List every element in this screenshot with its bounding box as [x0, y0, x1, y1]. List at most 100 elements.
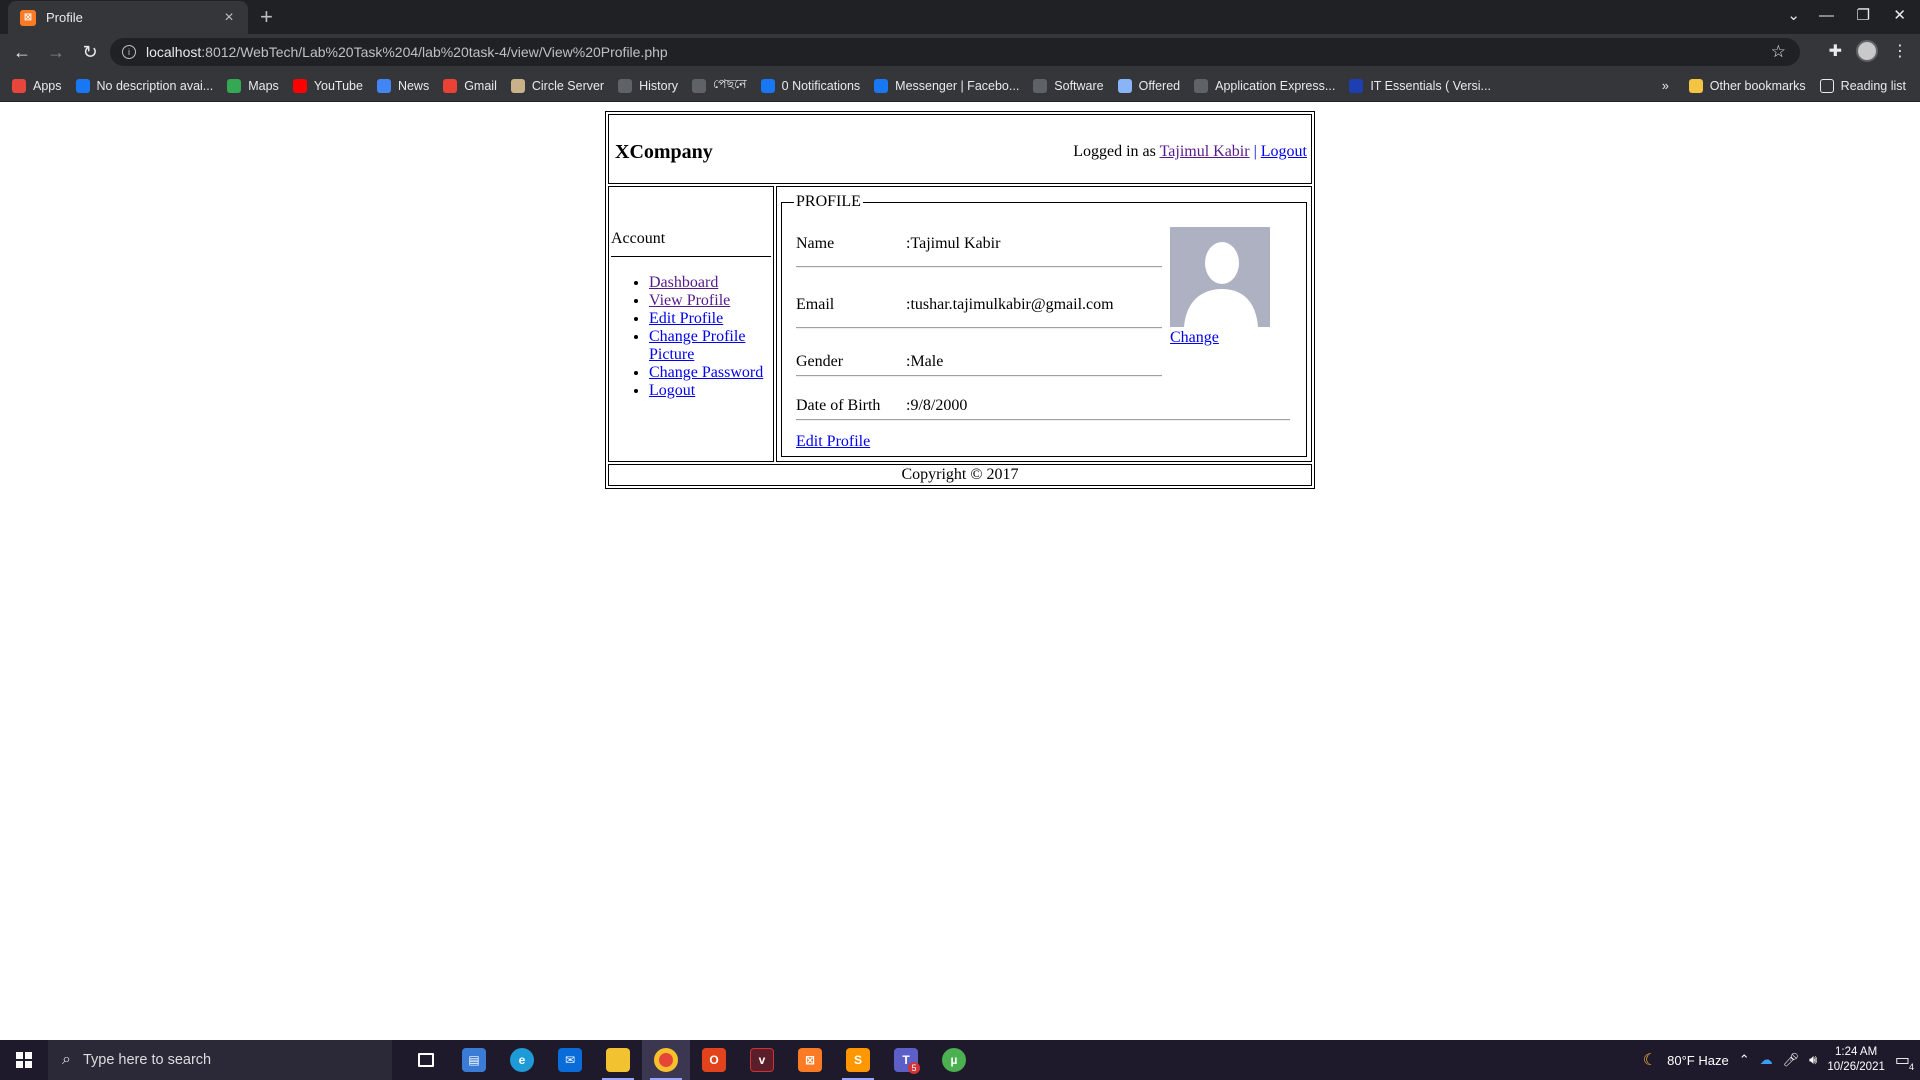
teams-badge: 5: [908, 1062, 920, 1074]
forward-icon[interactable]: →: [44, 40, 68, 64]
site-footer: Copyright © 2017: [608, 464, 1312, 486]
view-profile-link[interactable]: View Profile: [649, 292, 730, 309]
change-profile-picture-link[interactable]: Change Profile Picture: [649, 328, 745, 363]
weather-text[interactable]: 80°F Haze: [1667, 1053, 1729, 1068]
bookmarks-overflow-icon[interactable]: »: [1662, 79, 1669, 93]
site-info-icon[interactable]: i: [122, 45, 136, 59]
edge-icon[interactable]: e: [498, 1040, 546, 1080]
sidebar-divider: [611, 256, 771, 257]
utorrent-icon[interactable]: µ: [930, 1040, 978, 1080]
profile-avatar-icon[interactable]: [1856, 40, 1878, 62]
dashboard-link[interactable]: Dashboard: [649, 274, 718, 291]
bookmark-item[interactable]: Circle Server: [510, 78, 604, 93]
close-window-icon[interactable]: ✕: [1893, 0, 1906, 30]
back-icon[interactable]: ←: [10, 40, 34, 64]
bookmark-item[interactable]: Messenger | Facebo...: [874, 78, 1020, 93]
account-menu: Dashboard View Profile Edit Profile Chan…: [609, 274, 773, 400]
logged-in-label: Logged in as: [1073, 143, 1156, 160]
weather-icon[interactable]: ☾: [1643, 1050, 1657, 1070]
file-explorer-icon[interactable]: [594, 1040, 642, 1080]
bookmarks-bar: Apps No description avai... Maps YouTube New…: [0, 70, 1920, 102]
bookmark-label: Maps: [248, 78, 279, 93]
xampp-icon[interactable]: ⊠: [786, 1040, 834, 1080]
bookmark-item[interactable]: News: [376, 78, 430, 93]
sidebar-title: Account: [611, 230, 666, 247]
bookmark-item[interactable]: Application Express...: [1194, 78, 1336, 93]
browser-tab-bar: ⊠ Profile × + ⌄ — ❐ ✕: [0, 0, 1920, 34]
reload-icon[interactable]: ↻: [78, 40, 102, 64]
field-value: :9/8/2000: [906, 397, 968, 414]
minimize-icon[interactable]: —: [1819, 0, 1834, 30]
bookmark-item[interactable]: পেছনে: [692, 76, 747, 96]
bookmark-item[interactable]: Software: [1033, 78, 1104, 93]
teams-icon[interactable]: T 5: [882, 1040, 930, 1080]
bookmark-item[interactable]: Offered: [1117, 78, 1180, 93]
globe-icon: [1033, 78, 1048, 93]
menu-item-view-profile: View Profile: [649, 292, 773, 310]
chrome-menu-icon[interactable]: ⋮: [1892, 41, 1908, 61]
onedrive-icon[interactable]: ☁: [1760, 1052, 1773, 1068]
bookmark-item[interactable]: Apps: [12, 78, 62, 93]
edit-profile-link[interactable]: Edit Profile: [649, 310, 723, 327]
menu-item-change-password: Change Password: [649, 364, 773, 382]
notifications-icon[interactable]: ▭ 4: [1895, 1050, 1914, 1072]
field-label: Date of Birth: [796, 397, 881, 414]
header-logout-link[interactable]: Logout: [1261, 143, 1307, 160]
user-name-link[interactable]: Tajimul Kabir: [1160, 143, 1250, 160]
cisco-icon: [1349, 78, 1364, 93]
start-button[interactable]: [0, 1040, 48, 1080]
bookmark-label: Messenger | Facebo...: [895, 78, 1020, 93]
new-tab-button[interactable]: +: [260, 4, 273, 30]
reading-list-icon: [1819, 79, 1834, 93]
chrome-icon[interactable]: [642, 1040, 690, 1080]
extensions-icon[interactable]: ✚: [1829, 41, 1842, 61]
mail-icon[interactable]: ✉: [546, 1040, 594, 1080]
restore-icon[interactable]: ❐: [1857, 0, 1870, 30]
site-brand: XCompany: [615, 141, 713, 163]
xampp-favicon-icon: ⊠: [20, 9, 36, 26]
facebook-icon: [874, 78, 889, 93]
change-picture-link[interactable]: Change: [1170, 329, 1219, 347]
bookmark-item[interactable]: No description avai...: [75, 78, 213, 93]
shield-icon: [1117, 78, 1132, 93]
tab-search-icon[interactable]: ⌄: [1787, 0, 1800, 30]
change-password-link[interactable]: Change Password: [649, 364, 763, 381]
maps-icon: [227, 78, 242, 93]
microphone-icon[interactable]: 🎤︎: [1783, 1052, 1800, 1068]
bookmark-item[interactable]: 0 Notifications: [760, 78, 860, 93]
tab-close-icon[interactable]: ×: [220, 9, 238, 27]
show-hidden-icons[interactable]: ⌃: [1739, 1052, 1750, 1068]
bookmark-item[interactable]: History: [618, 78, 678, 93]
other-bookmarks-label: Other bookmarks: [1709, 79, 1806, 93]
clock[interactable]: 1:24 AM 10/26/2021: [1827, 1045, 1885, 1075]
sublime-text-icon[interactable]: S: [834, 1040, 882, 1080]
task-view-icon[interactable]: [402, 1040, 450, 1080]
volume-icon[interactable]: 🔊︎: [1809, 1052, 1817, 1068]
reading-list[interactable]: Reading list: [1819, 79, 1906, 93]
bookmark-item[interactable]: IT Essentials ( Versi...: [1349, 78, 1491, 93]
edit-profile-button-link[interactable]: Edit Profile: [796, 433, 870, 451]
taskbar-search[interactable]: ⌕ Type here to search: [48, 1040, 392, 1080]
news-icon: [376, 78, 391, 93]
menu-item-edit-profile: Edit Profile: [649, 310, 773, 328]
active-tab[interactable]: ⊠ Profile ×: [8, 1, 248, 34]
bookmark-star-icon[interactable]: ☆: [1771, 42, 1786, 62]
browser-toolbar: ← → ↻ i localhost :8012/WebTech/Lab%20Ta…: [0, 34, 1920, 70]
bookmark-label: Application Express...: [1215, 78, 1336, 93]
app-icon-v[interactable]: v: [738, 1040, 786, 1080]
bookmark-item[interactable]: Gmail: [443, 78, 497, 93]
bookmark-item[interactable]: YouTube: [292, 78, 363, 93]
address-bar[interactable]: i localhost :8012/WebTech/Lab%20Task%204…: [110, 38, 1800, 66]
sidebar-logout-link[interactable]: Logout: [649, 382, 695, 399]
bookmark-item[interactable]: Maps: [227, 78, 279, 93]
app-icon-scanner[interactable]: ▤: [450, 1040, 498, 1080]
menu-item-change-picture: Change Profile Picture: [649, 328, 773, 364]
other-bookmarks[interactable]: Other bookmarks: [1688, 79, 1806, 93]
tab-title: Profile: [46, 10, 83, 25]
field-value: :tushar.tajimulkabir@gmail.com: [906, 296, 1114, 313]
bookmark-label: Gmail: [464, 78, 497, 93]
layout-table: XCompany Logged in as Tajimul Kabir | Lo…: [605, 111, 1315, 489]
system-tray: ☾ 80°F Haze ⌃ ☁ 🎤︎ 🔊︎ 1:24 AM 10/26/2021…: [1643, 1040, 1920, 1080]
office-icon[interactable]: O: [690, 1040, 738, 1080]
bookmark-label: News: [397, 78, 430, 93]
